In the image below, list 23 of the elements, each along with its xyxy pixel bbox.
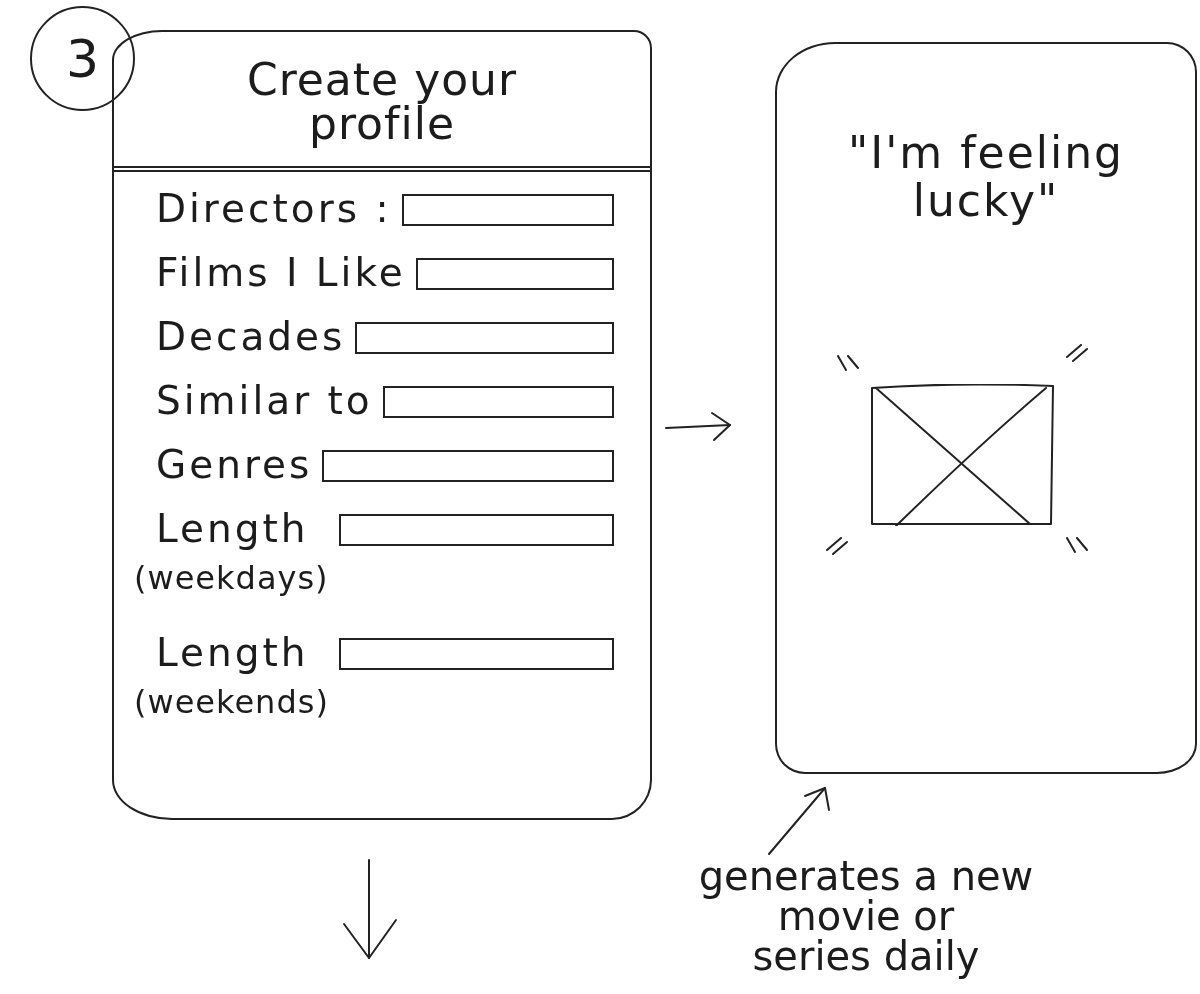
input-field[interactable]: [338, 638, 614, 670]
field-label: Genres: [156, 442, 313, 488]
input-field[interactable]: [382, 386, 614, 418]
input-field[interactable]: [415, 258, 614, 290]
field-label: Decades: [156, 314, 346, 360]
sparkle-stroke-icon: [825, 536, 848, 555]
field-label: Length: [156, 506, 310, 552]
field-label: Films I Like: [156, 250, 406, 296]
field-note: (weekends): [134, 682, 329, 722]
sparkle-stroke-icon: [1065, 536, 1088, 555]
input-field[interactable]: [322, 450, 614, 482]
sparkle-stroke-icon: [1065, 343, 1088, 362]
field-label: Length: [156, 630, 310, 676]
input-field[interactable]: [355, 322, 614, 354]
input-field[interactable]: [401, 194, 614, 226]
screen-title: Create your profile: [245, 58, 519, 151]
sparkle-stroke-icon: [836, 354, 859, 373]
input-field[interactable]: [338, 514, 614, 546]
field-label: Directors :: [156, 186, 392, 232]
screen-title: "I'm feeling lucky": [846, 129, 1126, 226]
step-number: 3: [30, 6, 135, 111]
field-label: Similar to: [156, 378, 373, 424]
field-note: (weekdays): [134, 558, 329, 598]
